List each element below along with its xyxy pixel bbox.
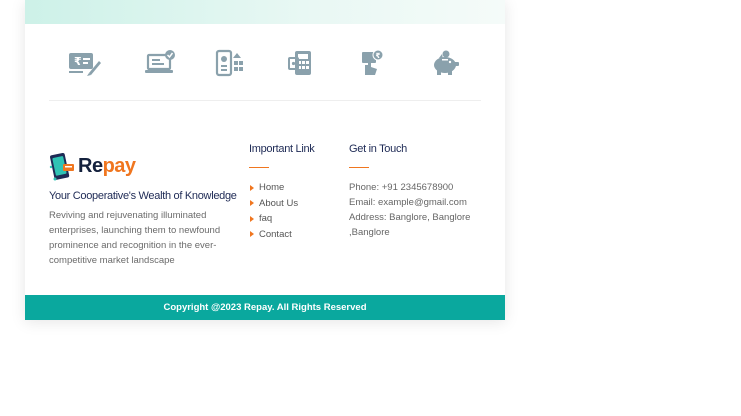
contact-details: Phone: +91 2345678900 Email: example@gma…	[349, 180, 489, 240]
hand-coin-icon[interactable]: ₹	[357, 49, 391, 77]
footer-card: ₹ ₹ Repay Your Cooperative's Wealth of K…	[25, 0, 505, 320]
link-label: Home	[259, 182, 285, 194]
brand-column: Repay Your Cooperative's Wealth of Knowl…	[49, 150, 237, 268]
repay-logo[interactable]: Repay	[49, 150, 136, 184]
phone-logo-icon	[49, 152, 74, 181]
link-about-us[interactable]: About Us	[249, 196, 339, 212]
brand-tagline: Your Cooperative's Wealth of Knowledge	[49, 190, 237, 202]
logo-pay: pay	[102, 155, 136, 177]
title-underline	[249, 167, 269, 168]
contact-email[interactable]: Email: example@gmail.com	[349, 195, 489, 210]
important-links-column: Important Link Home About Us faq Contact	[249, 143, 339, 242]
link-faq[interactable]: faq	[249, 211, 339, 227]
get-in-touch-column: Get in Touch Phone: +91 2345678900 Email…	[349, 143, 489, 240]
copyright-bar: Copyright @2023 Repay. All Rights Reserv…	[25, 295, 505, 320]
link-label: faq	[259, 213, 273, 225]
laptop-check-icon[interactable]	[143, 49, 177, 77]
service-icon-row: ₹ ₹	[25, 24, 505, 100]
logo-wordmark: Repay	[78, 155, 136, 178]
important-links-title: Important Link	[249, 143, 315, 155]
top-band	[25, 0, 505, 24]
rupee-bill-pen-icon[interactable]: ₹	[67, 49, 101, 77]
logo-re: Re	[78, 155, 103, 177]
link-label: Contact	[259, 228, 292, 240]
calculator-card-icon[interactable]	[285, 49, 319, 77]
caret-right-icon	[250, 215, 254, 222]
contact-phone[interactable]: Phone: +91 2345678900	[349, 180, 489, 195]
link-contact[interactable]: Contact	[249, 227, 339, 243]
get-in-touch-title: Get in Touch	[349, 143, 407, 155]
svg-text:₹: ₹	[376, 52, 381, 60]
link-label: About Us	[259, 197, 299, 209]
svg-text:₹: ₹	[74, 55, 82, 68]
piggy-bank-icon[interactable]	[428, 49, 462, 77]
copyright-text: Copyright @2023 Repay. All Rights Reserv…	[163, 302, 367, 313]
section-divider	[49, 100, 481, 101]
caret-right-icon	[250, 200, 254, 207]
caret-right-icon	[250, 231, 254, 238]
title-underline	[349, 167, 369, 168]
mobile-bill-icon[interactable]	[213, 49, 247, 77]
brand-description: Reviving and rejuvenating illuminated en…	[49, 210, 221, 266]
important-links-list: Home About Us faq Contact	[249, 180, 339, 242]
contact-address: Address: Banglore, Banglore ,Banglore	[349, 212, 471, 238]
caret-right-icon	[250, 184, 254, 191]
link-home[interactable]: Home	[249, 180, 339, 196]
